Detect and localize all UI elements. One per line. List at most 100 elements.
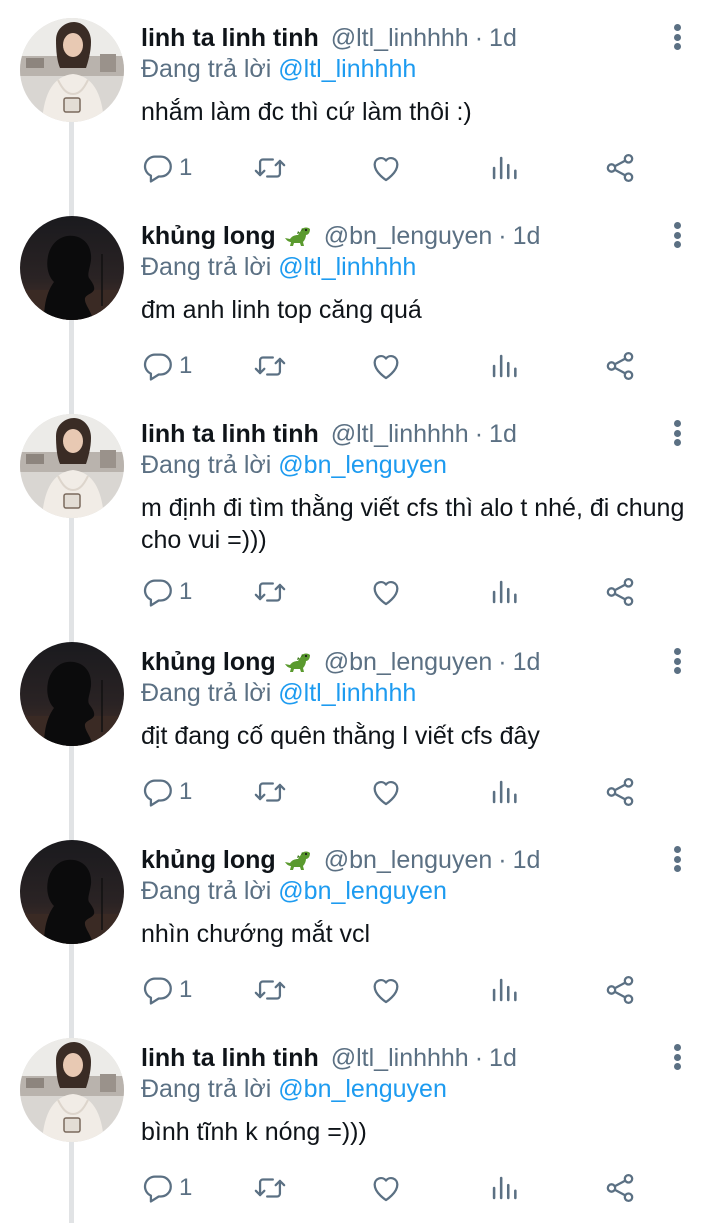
share-icon (606, 1173, 634, 1203)
avatar-ltl_linhhhh[interactable] (20, 1038, 124, 1142)
retweet-button[interactable] (253, 970, 287, 1010)
reply-button[interactable]: 1 (141, 148, 192, 188)
tweet-text: địt đang cố quên thằng l viết cfs đây (141, 722, 540, 750)
replying-to-label: Đang trả lời (141, 679, 279, 707)
heart-icon (373, 355, 399, 380)
tweet-actions: 1 (141, 772, 641, 812)
like-button[interactable] (369, 772, 403, 812)
share-button[interactable] (603, 970, 637, 1010)
tweet-text: đm anh linh top căng quá (141, 296, 422, 324)
timestamp[interactable]: 1d (489, 420, 517, 449)
display-name[interactable]: linh ta linh tinh (141, 1044, 319, 1073)
share-button[interactable] (603, 148, 637, 188)
reply-icon (143, 1175, 172, 1203)
username[interactable]: @ltl_linhhhh (331, 420, 469, 449)
replying-to: Đang trả lời @ltl_linhhhh (141, 253, 416, 282)
bar-chart-icon (492, 580, 517, 604)
timestamp[interactable]: 1d (513, 846, 541, 875)
replying-to-mention[interactable]: @ltl_linhhhh (278, 55, 416, 83)
display-name[interactable]: linh ta linh tinh (141, 420, 319, 449)
reply-count: 1 (179, 976, 193, 1003)
display-name[interactable]: khủng long (141, 222, 276, 251)
tweet-text: nhìn chướng mắt vcl (141, 920, 371, 948)
replying-to: Đang trả lời @bn_lenguyen (141, 451, 447, 480)
share-button[interactable] (603, 772, 637, 812)
avatar-bn_lenguyen[interactable] (20, 840, 124, 944)
bar-chart-icon (492, 1176, 517, 1200)
reply-count: 1 (179, 1174, 193, 1201)
reply-icon (143, 155, 172, 183)
reply-icon (143, 353, 172, 381)
more-options-icon[interactable] (662, 844, 692, 874)
reply-button[interactable]: 1 (141, 346, 192, 386)
share-button[interactable] (603, 572, 637, 612)
tweet-header: linh ta linh tinh @ltl_linhhhh · 1d (141, 416, 517, 452)
like-button[interactable] (369, 148, 403, 188)
retweet-button[interactable] (253, 148, 287, 188)
replying-to-mention[interactable]: @ltl_linhhhh (278, 253, 416, 281)
username[interactable]: @bn_lenguyen (324, 222, 493, 251)
timestamp[interactable]: 1d (513, 222, 541, 251)
reply-count: 1 (179, 154, 193, 181)
bar-chart-icon (492, 156, 517, 180)
more-options-icon[interactable] (662, 418, 692, 448)
like-button[interactable] (369, 572, 403, 612)
more-options-icon[interactable] (662, 22, 692, 52)
analytics-button[interactable] (487, 148, 521, 188)
retweet-icon (254, 1178, 286, 1198)
bar-chart-icon (492, 354, 517, 378)
replying-to-mention[interactable]: @ltl_linhhhh (278, 679, 416, 707)
like-button[interactable] (369, 346, 403, 386)
more-options-icon[interactable] (662, 220, 692, 250)
replying-to-mention[interactable]: @bn_lenguyen (278, 451, 447, 479)
reply-button[interactable]: 1 (141, 772, 192, 812)
dinosaur-emoji-icon (284, 650, 312, 674)
like-button[interactable] (369, 970, 403, 1010)
share-button[interactable] (603, 1168, 637, 1208)
retweet-button[interactable] (253, 772, 287, 812)
username[interactable]: @ltl_linhhhh (331, 24, 469, 53)
reply-icon (143, 779, 172, 807)
replying-to-mention[interactable]: @bn_lenguyen (278, 877, 447, 905)
tweet-actions: 1 (141, 346, 641, 386)
display-name[interactable]: khủng long (141, 846, 276, 875)
retweet-button[interactable] (253, 572, 287, 612)
more-options-icon[interactable] (662, 1042, 692, 1072)
analytics-button[interactable] (487, 772, 521, 812)
avatar-bn_lenguyen[interactable] (20, 642, 124, 746)
timestamp[interactable]: 1d (489, 1044, 517, 1073)
heart-icon (373, 781, 399, 806)
like-button[interactable] (369, 1168, 403, 1208)
timestamp[interactable]: 1d (513, 648, 541, 677)
analytics-button[interactable] (487, 572, 521, 612)
avatar-bn_lenguyen[interactable] (20, 216, 124, 320)
retweet-button[interactable] (253, 346, 287, 386)
tweet-header: linh ta linh tinh @ltl_linhhhh · 1d (141, 1040, 517, 1076)
replying-to-label: Đang trả lời (141, 253, 279, 281)
analytics-button[interactable] (487, 346, 521, 386)
separator-dot: · (474, 1043, 484, 1072)
username[interactable]: @bn_lenguyen (324, 846, 493, 875)
heart-icon (373, 581, 399, 606)
reply-button[interactable]: 1 (141, 1168, 192, 1208)
display-name[interactable]: khủng long (141, 648, 276, 677)
replying-to-mention[interactable]: @bn_lenguyen (278, 1075, 447, 1103)
retweet-icon (254, 356, 286, 376)
reply-button[interactable]: 1 (141, 970, 192, 1010)
tweet-header: linh ta linh tinh @ltl_linhhhh · 1d (141, 20, 517, 56)
retweet-button[interactable] (253, 1168, 287, 1208)
more-options-icon[interactable] (662, 646, 692, 676)
analytics-button[interactable] (487, 1168, 521, 1208)
username[interactable]: @ltl_linhhhh (331, 1044, 469, 1073)
avatar-ltl_linhhhh[interactable] (20, 414, 124, 518)
tweet-actions: 1 (141, 1168, 641, 1208)
analytics-button[interactable] (487, 970, 521, 1010)
reply-button[interactable]: 1 (141, 572, 192, 612)
share-button[interactable] (603, 346, 637, 386)
avatar-ltl_linhhhh[interactable] (20, 18, 124, 122)
username[interactable]: @bn_lenguyen (324, 648, 493, 677)
timestamp[interactable]: 1d (489, 24, 517, 53)
share-icon (606, 975, 634, 1005)
display-name[interactable]: linh ta linh tinh (141, 24, 319, 53)
tweet-header: khủng long @bn_lenguyen · 1d (141, 842, 540, 878)
